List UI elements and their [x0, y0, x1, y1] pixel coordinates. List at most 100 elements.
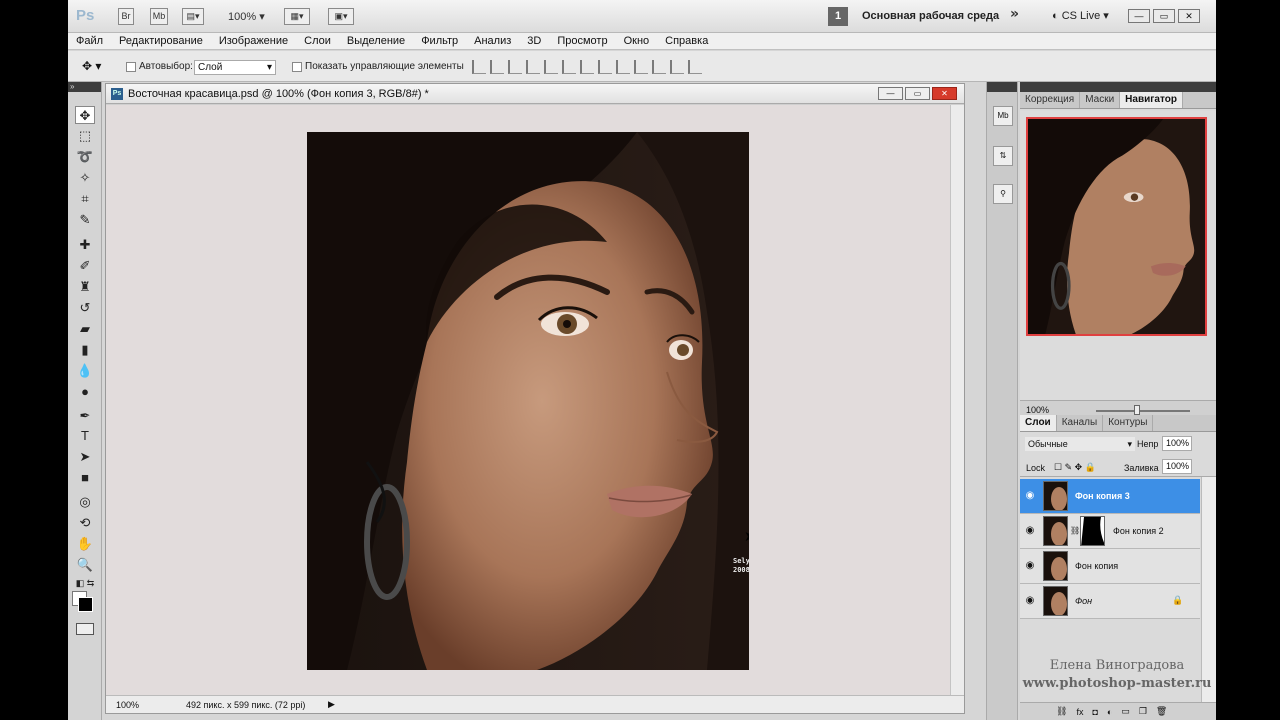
layer-mask-thumbnail[interactable] [1080, 516, 1105, 546]
navigator-zoom-value[interactable]: 100% [1026, 405, 1049, 415]
zoom-level-dropdown[interactable]: 100% ▾ [228, 10, 265, 23]
eyedropper-tool-icon[interactable]: ✎ [75, 211, 95, 229]
quick-select-tool-icon[interactable]: ✧ [75, 169, 95, 187]
swap-colors-icon[interactable]: ◧ ⇆ [75, 574, 95, 592]
layer-row[interactable]: ◉ Фон копия 3 [1020, 479, 1200, 514]
status-menu-arrow-icon[interactable]: ▶ [328, 699, 335, 710]
document-vertical-scrollbar[interactable] [950, 105, 964, 699]
cs-live-button[interactable]: ◐ CS Live ▾ [1052, 9, 1109, 22]
align-right-icon[interactable] [562, 60, 576, 74]
hand-tool-icon[interactable]: ✋ [75, 535, 95, 553]
menu-help[interactable]: Справка [665, 35, 708, 47]
delete-layer-icon[interactable]: 🗑 [1156, 706, 1167, 717]
clone-stamp-tool-icon[interactable]: ♜ [75, 278, 95, 296]
tab-paths[interactable]: Контуры [1103, 415, 1154, 431]
mini-bridge-panel-icon[interactable]: Mb [993, 106, 1013, 126]
fill-field[interactable]: 100% [1162, 459, 1192, 474]
menu-view[interactable]: Просмотр [557, 35, 607, 47]
mask-link-icon[interactable]: ⛓ [1070, 526, 1080, 535]
distribute-right-icon[interactable] [670, 60, 684, 74]
actions-panel-icon[interactable]: ⚲ [993, 184, 1013, 204]
menu-edit[interactable]: Редактирование [119, 35, 203, 47]
doc-minimize-button[interactable]: — [878, 87, 903, 100]
blend-mode-dropdown[interactable]: Обычные ▾ [1025, 437, 1135, 451]
auto-select-checkbox[interactable] [126, 62, 136, 72]
history-brush-tool-icon[interactable]: ↺ [75, 299, 95, 317]
distribute-vcenter-icon[interactable] [598, 60, 612, 74]
menu-select[interactable]: Выделение [347, 35, 405, 47]
3d-orbit-tool-icon[interactable]: ⟲ [75, 514, 95, 532]
history-panel-icon[interactable]: ⇅ [993, 146, 1013, 166]
distribute-hcenter-icon[interactable] [652, 60, 666, 74]
navigator-thumbnail[interactable] [1026, 117, 1207, 336]
align-vcenter-icon[interactable] [490, 60, 504, 74]
document-tab[interactable]: Ps Восточная красавица.psd @ 100% (Фон к… [106, 84, 964, 104]
doc-restore-button[interactable]: ▭ [905, 87, 930, 100]
brush-tool-icon[interactable]: ✐ [75, 257, 95, 275]
type-tool-icon[interactable]: T [75, 427, 95, 445]
restore-button[interactable]: ▭ [1153, 9, 1175, 23]
path-selection-tool-icon[interactable]: ➤ [75, 448, 95, 466]
align-hcenter-icon[interactable] [544, 60, 558, 74]
close-button[interactable]: ✕ [1178, 9, 1200, 23]
screen-mode-button[interactable]: ▣▾ [328, 8, 354, 25]
arrange-documents-button[interactable]: ▦▾ [284, 8, 310, 25]
distribute-top-icon[interactable] [580, 60, 594, 74]
visibility-eye-icon[interactable]: ◉ [1023, 525, 1037, 536]
doc-close-button[interactable]: ✕ [932, 87, 957, 100]
tab-navigator[interactable]: Навигатор [1120, 92, 1183, 108]
opacity-field[interactable]: 100% [1162, 436, 1192, 451]
move-tool-preset-icon[interactable]: ✥ ▾ [82, 59, 101, 73]
tab-masks[interactable]: Маски [1080, 92, 1121, 108]
tab-channels[interactable]: Каналы [1057, 415, 1104, 431]
layer-row[interactable]: ◉ Фон 🔒 [1020, 584, 1200, 619]
crop-tool-icon[interactable]: ⌗ [75, 190, 95, 208]
move-tool-icon[interactable]: ✥ [75, 106, 95, 124]
new-layer-icon[interactable]: ❐ [1139, 706, 1147, 717]
portrait-image[interactable]: Selyanin 2008 ➤ [307, 132, 749, 670]
link-layers-icon[interactable]: ⛓ [1056, 706, 1067, 717]
workspace-switcher[interactable]: Основная рабочая среда [862, 10, 999, 22]
dock-collapse-icon[interactable] [1020, 82, 1216, 92]
add-mask-icon[interactable]: ◘ [1092, 707, 1097, 717]
eraser-tool-icon[interactable]: ▰ [75, 320, 95, 338]
shape-tool-icon[interactable]: ■ [75, 469, 95, 487]
mini-bridge-button[interactable]: Mb [150, 8, 168, 25]
minimize-button[interactable]: — [1128, 9, 1150, 23]
show-transform-controls-checkbox[interactable] [292, 62, 302, 72]
visibility-eye-icon[interactable]: ◉ [1023, 560, 1037, 571]
visibility-eye-icon[interactable]: ◉ [1023, 490, 1037, 501]
quick-mask-icon[interactable] [76, 623, 94, 635]
menu-analysis[interactable]: Анализ [474, 35, 511, 47]
layer-style-icon[interactable]: fx [1076, 707, 1083, 717]
foreground-color-swatch[interactable] [78, 597, 93, 612]
layer-row[interactable]: ◉ ⛓ Фон копия 2 [1020, 514, 1200, 549]
navigator-zoom-slider[interactable] [1096, 410, 1190, 412]
3d-rotate-tool-icon[interactable]: ◎ [75, 493, 95, 511]
auto-align-icon[interactable] [688, 60, 702, 74]
distribute-left-icon[interactable] [634, 60, 648, 74]
tools-collapse-icon[interactable]: » [68, 82, 101, 92]
bridge-button[interactable]: Br [118, 8, 134, 25]
auto-select-dropdown[interactable]: Слой ▾ [194, 60, 276, 75]
align-left-icon[interactable] [526, 60, 540, 74]
layer-row[interactable]: ◉ Фон копия [1020, 549, 1200, 584]
pen-tool-icon[interactable]: ✒ [75, 407, 95, 425]
status-zoom[interactable]: 100% [116, 700, 139, 710]
tab-layers[interactable]: Слои [1020, 415, 1057, 431]
zoom-tool-icon[interactable]: 🔍 [75, 556, 95, 574]
menu-3d[interactable]: 3D [527, 35, 541, 47]
strip-collapse-icon[interactable] [987, 82, 1017, 92]
align-bottom-icon[interactable] [508, 60, 522, 74]
dodge-tool-icon[interactable]: ● [75, 383, 95, 401]
lasso-tool-icon[interactable]: ➰ [75, 148, 95, 166]
menu-layers[interactable]: Слои [304, 35, 331, 47]
view-extras-button[interactable]: ▤▾ [182, 8, 204, 25]
blur-tool-icon[interactable]: 💧 [75, 362, 95, 380]
distribute-bottom-icon[interactable] [616, 60, 630, 74]
tab-adjustments[interactable]: Коррекция [1020, 92, 1081, 108]
menu-file[interactable]: Файл [76, 35, 103, 47]
gradient-tool-icon[interactable]: ▮ [75, 341, 95, 359]
navigator-zoom-knob[interactable] [1134, 405, 1140, 415]
workspace-more-icon[interactable]: » [1010, 6, 1019, 22]
